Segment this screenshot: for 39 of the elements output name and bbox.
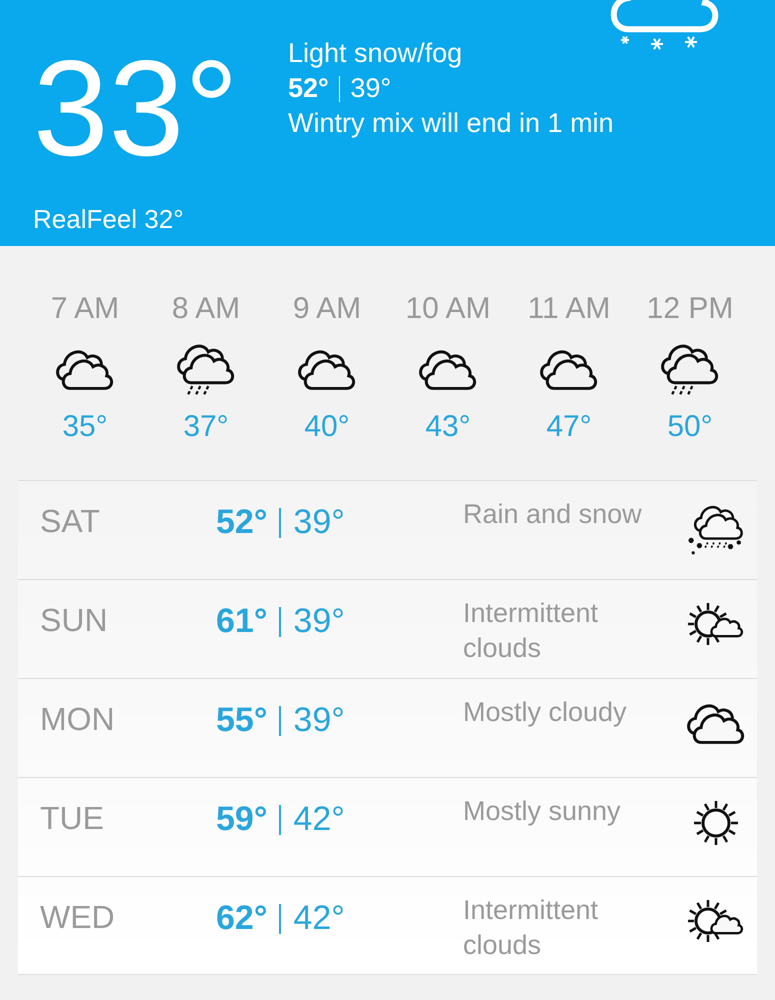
day-label: SAT bbox=[40, 503, 101, 540]
forecast-description: Intermittent clouds bbox=[463, 894, 600, 962]
low-temperature: 42° bbox=[293, 899, 345, 938]
current-temperature: 33° bbox=[33, 40, 240, 176]
high-temperature: 59° bbox=[216, 800, 268, 839]
high-temperature: 52° bbox=[216, 503, 268, 542]
day-label: WED bbox=[40, 899, 116, 936]
high-temperature: 61° bbox=[216, 602, 268, 641]
hour-label: 10 AM bbox=[405, 292, 491, 326]
hour-label: 11 AM bbox=[528, 292, 610, 326]
low-temperature: 39° bbox=[293, 602, 345, 641]
high-temperature: 52° bbox=[288, 72, 329, 106]
low-temperature: 39° bbox=[293, 503, 345, 542]
forecast-note: Wintry mix will end in 1 min bbox=[288, 107, 615, 140]
low-temperature: 39° bbox=[350, 72, 392, 106]
sun-icon bbox=[691, 798, 741, 848]
high-temperature: 55° bbox=[216, 701, 268, 740]
condition-text: Light snow/fog bbox=[288, 37, 464, 70]
hour-label: 9 AM bbox=[292, 292, 362, 326]
hour-label: 8 AM bbox=[172, 292, 240, 326]
high-temperature: 62° bbox=[216, 899, 268, 938]
forecast-description: Rain and snow bbox=[463, 498, 643, 531]
low-temperature: 42° bbox=[293, 800, 345, 839]
low-temperature: 39° bbox=[293, 701, 345, 740]
forecast-description: Mostly cloudy bbox=[463, 696, 628, 729]
hour-label: 7 AM bbox=[50, 292, 120, 326]
day-label: SUN bbox=[40, 602, 109, 639]
hour-temperature: 47° bbox=[546, 410, 592, 444]
day-label: TUE bbox=[40, 800, 105, 837]
hour-temperature: 50° bbox=[667, 410, 713, 444]
hour-temperature: 37° bbox=[183, 410, 229, 444]
forecast-description: Intermittent clouds bbox=[463, 597, 600, 666]
forecast-description: Mostly sunny bbox=[463, 795, 622, 828]
hour-label: 12 PM bbox=[646, 292, 734, 326]
hour-temperature: 35° bbox=[62, 410, 108, 444]
realfeel-text: RealFeel 32° bbox=[33, 204, 185, 235]
day-label: MON bbox=[40, 701, 116, 738]
hour-temperature: 40° bbox=[304, 410, 350, 444]
hour-temperature: 43° bbox=[425, 410, 471, 444]
